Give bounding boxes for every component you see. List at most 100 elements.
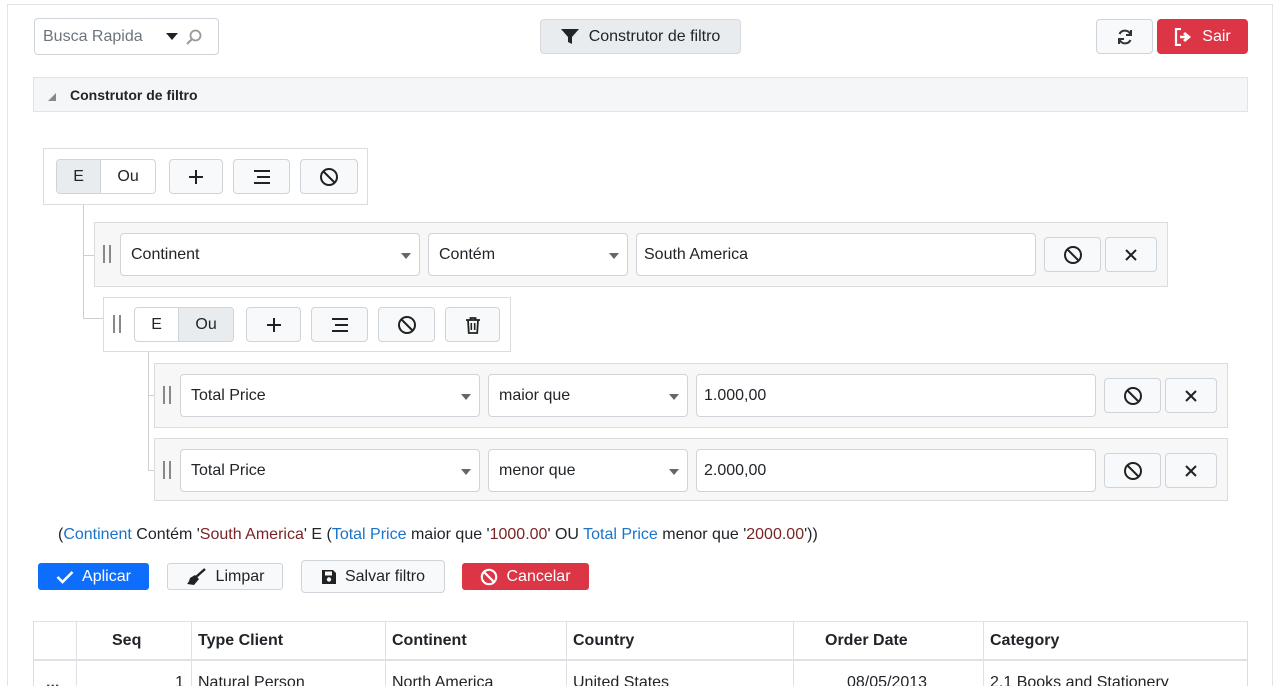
clear-label: Limpar <box>215 567 265 585</box>
column-header-order-date[interactable]: Order Date <box>825 621 975 661</box>
sub-and-option[interactable]: E <box>135 308 178 341</box>
chevron-down-icon <box>669 469 679 475</box>
root-and-option[interactable]: E <box>57 160 101 193</box>
cell-type-client: Natural Person <box>198 674 305 686</box>
rule1-value-input[interactable]: South America <box>636 233 1036 276</box>
rule3-operator-value: menor que <box>499 461 576 479</box>
column-divider <box>983 621 984 686</box>
rule1-operator-value: Contém <box>439 245 496 263</box>
rule3-remove-button[interactable] <box>1165 453 1217 488</box>
sair-button[interactable]: Sair <box>1157 19 1248 54</box>
filter-builder-button[interactable]: Construtor de filtro <box>540 19 741 54</box>
expr-operator: Contém ' <box>131 526 200 543</box>
drag-handle-icon[interactable] <box>103 245 111 263</box>
rule3-field-select[interactable]: Total Price <box>180 449 480 492</box>
root-add-group-button[interactable] <box>233 159 290 194</box>
caret-down-icon[interactable] <box>166 33 178 40</box>
tree-connector <box>83 255 94 256</box>
search-icon[interactable] <box>184 27 204 47</box>
column-header-continent[interactable]: Continent <box>392 621 562 661</box>
rule2-value-input[interactable]: 1.000,00 <box>696 374 1096 417</box>
column-header-country[interactable]: Country <box>573 621 773 661</box>
expr-paren: ')) <box>804 526 818 543</box>
cell-seq: 1 <box>175 674 184 686</box>
panel-title: Construtor de filtro <box>70 86 198 103</box>
expr-operator: ' OU <box>547 526 584 543</box>
sub-add-rule-button[interactable] <box>246 307 301 342</box>
sub-add-group-button[interactable] <box>311 307 368 342</box>
ban-icon <box>1063 245 1082 264</box>
rule3-value-input[interactable]: 2.000,00 <box>696 449 1096 492</box>
rule2-remove-button[interactable] <box>1165 378 1217 413</box>
sub-or-option[interactable]: Ou <box>178 308 233 341</box>
apply-button[interactable]: Aplicar <box>38 563 149 590</box>
chevron-down-icon <box>609 253 619 259</box>
filter-panel-header[interactable]: Construtor de filtro <box>33 77 1248 112</box>
save-filter-label: Salvar filtro <box>344 567 426 585</box>
lines-icon <box>253 169 270 184</box>
quick-search[interactable] <box>34 18 219 55</box>
column-divider <box>191 621 192 686</box>
root-disable-button[interactable] <box>300 159 358 194</box>
broom-icon <box>186 567 206 585</box>
root-and-or-toggle[interactable]: E Ou <box>56 159 156 194</box>
collapse-triangle-icon[interactable] <box>48 92 56 101</box>
lines-icon <box>331 317 348 332</box>
cancel-button[interactable]: Cancelar <box>462 563 589 590</box>
save-filter-button[interactable]: Salvar filtro <box>301 560 445 593</box>
rule2-disable-button[interactable] <box>1104 378 1161 413</box>
cell-country: United States <box>573 674 670 686</box>
plus-icon <box>266 317 281 332</box>
refresh-button[interactable] <box>1096 19 1153 54</box>
tree-connector <box>148 342 149 470</box>
filter-expression: (Continent Contém 'South America' E (Tot… <box>58 526 818 544</box>
rule1-disable-button[interactable] <box>1044 237 1101 272</box>
column-divider <box>385 621 386 686</box>
column-header-seq[interactable]: Seq <box>112 621 172 661</box>
expr-operator: maior que ' <box>406 526 490 543</box>
rule2-operator-value: maior que <box>499 386 571 404</box>
chevron-down-icon <box>461 394 471 400</box>
data-grid: Seq Type Client Continent Country Order … <box>33 621 1248 686</box>
rule2-field-value: Total Price <box>191 386 266 404</box>
rule3-disable-button[interactable] <box>1104 453 1161 488</box>
plus-icon <box>189 169 203 184</box>
drag-handle-icon[interactable] <box>163 461 171 479</box>
cell-continent: North America <box>392 674 494 686</box>
sub-and-or-toggle[interactable]: E Ou <box>134 307 234 342</box>
clear-button[interactable]: Limpar <box>167 563 283 590</box>
rule1-field-select[interactable]: Continent <box>120 233 420 276</box>
expr-field: Continent <box>63 526 132 543</box>
sub-disable-button[interactable] <box>378 307 435 342</box>
expr-value: South America <box>199 526 304 543</box>
drag-handle-icon[interactable] <box>113 315 121 333</box>
sub-delete-group-button[interactable] <box>445 307 500 342</box>
root-add-rule-button[interactable] <box>169 159 223 194</box>
expr-value: 1000.00 <box>489 526 548 543</box>
ban-icon <box>481 568 498 585</box>
row-menu-icon[interactable]: ... <box>46 663 59 686</box>
rule3-operator-select[interactable]: menor que <box>488 449 688 492</box>
rule1-remove-button[interactable] <box>1105 237 1157 272</box>
rule2-field-select[interactable]: Total Price <box>180 374 480 417</box>
column-header-category[interactable]: Category <box>990 621 1240 661</box>
rule1-operator-select[interactable]: Contém <box>428 233 628 276</box>
column-header-type-client[interactable]: Type Client <box>198 621 378 661</box>
filter-icon <box>560 28 579 44</box>
ban-icon <box>397 315 416 334</box>
expr-field: Total Price <box>583 526 658 543</box>
save-icon <box>321 569 336 584</box>
expr-field: Total Price <box>331 526 407 543</box>
expr-value: 2000.00 <box>746 526 805 543</box>
rule1-field-value: Continent <box>131 245 200 263</box>
drag-handle-icon[interactable] <box>163 386 171 404</box>
apply-label: Aplicar <box>82 567 131 585</box>
quick-search-input[interactable] <box>35 27 160 46</box>
close-icon <box>1185 464 1197 477</box>
ban-icon <box>320 167 338 186</box>
cancel-label: Cancelar <box>506 567 571 585</box>
rule2-operator-select[interactable]: maior que <box>488 374 688 417</box>
chevron-down-icon <box>401 253 411 259</box>
root-or-option[interactable]: Ou <box>100 160 155 193</box>
sign-out-icon <box>1175 27 1192 46</box>
